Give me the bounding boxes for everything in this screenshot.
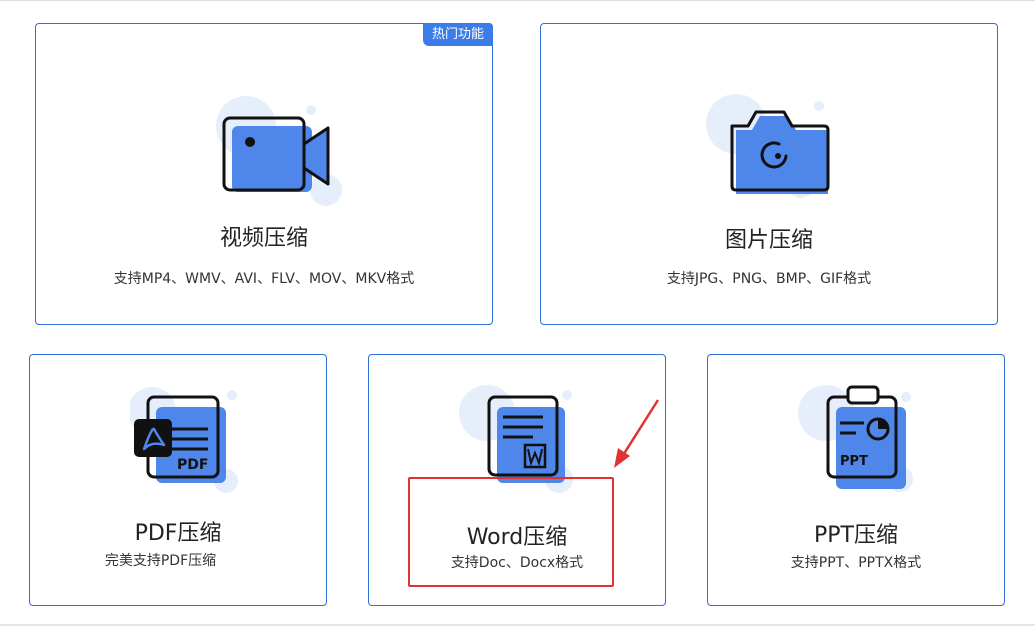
ppt-clipboard-icon: PPT — [798, 385, 913, 492]
image-compress-card[interactable]: 图片压缩 支持JPG、PNG、BMP、GIF格式 — [540, 23, 998, 325]
ppt-icon-text: PPT — [840, 454, 868, 469]
image-compress-title: 图片压缩 — [724, 228, 813, 253]
ppt-compress-desc: 支持PPT、PPTX格式 — [790, 555, 922, 571]
annotation-highlight-box — [408, 477, 614, 587]
video-camera-icon — [216, 96, 342, 206]
image-compress-desc: 支持JPG、PNG、BMP、GIF格式 — [666, 271, 872, 287]
video-compress-desc: 支持MP4、WMV、AVI、FLV、MOV、MKV格式 — [113, 271, 415, 287]
pdf-compress-card[interactable]: PDF PDF压缩 完美支持PDF压缩 — [29, 354, 327, 606]
camera-icon — [706, 94, 830, 198]
pdf-icon-text: PDF — [177, 457, 208, 473]
pdf-compress-desc: 完美支持PDF压缩 — [104, 553, 217, 569]
annotation-arrow-icon — [614, 399, 660, 468]
top-divider — [0, 0, 1035, 1]
ppt-compress-title: PPT压缩 — [814, 523, 898, 548]
hot-feature-badge: 热门功能 — [422, 23, 493, 46]
video-compress-title: 视频压缩 — [219, 226, 308, 251]
video-compress-card[interactable]: 热门功能 视频压缩 支持MP4、WMV、AVI、FLV、MOV、MKV格式 — [35, 23, 493, 325]
pdf-document-icon: PDF — [130, 387, 238, 493]
pdf-compress-title: PDF压缩 — [134, 521, 222, 546]
ppt-compress-card[interactable]: PPT PPT压缩 支持PPT、PPTX格式 — [707, 354, 1005, 606]
